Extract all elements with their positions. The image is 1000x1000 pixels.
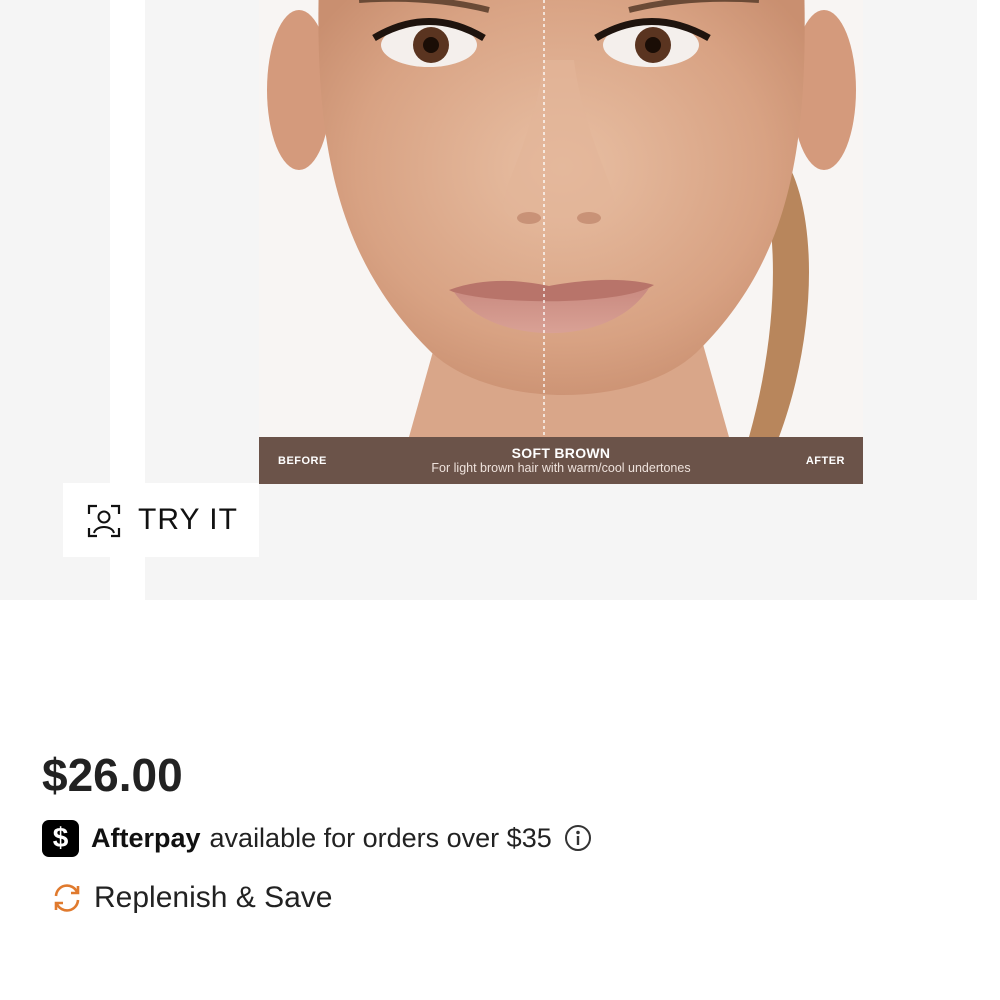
shade-name: SOFT BROWN <box>511 445 611 461</box>
replenish-label: Replenish & Save <box>94 881 333 914</box>
try-it-label: TRY IT <box>138 503 238 536</box>
afterpay-logo-icon: $ <box>42 819 79 857</box>
replenish-icon <box>54 884 80 912</box>
afterpay-message: $ Afterpay available for orders over $35 <box>42 818 592 858</box>
before-after-caption-bar: BEFORE SOFT BROWN For light brown hair w… <box>259 437 863 484</box>
product-before-after-image[interactable] <box>259 0 863 437</box>
product-gallery: BEFORE SOFT BROWN For light brown hair w… <box>0 0 1000 600</box>
try-it-button[interactable]: TRY IT <box>63 483 259 557</box>
shade-description: For light brown hair with warm/cool unde… <box>431 461 691 475</box>
model-face-illustration <box>259 0 863 437</box>
product-price: $26.00 <box>42 749 183 801</box>
info-icon[interactable] <box>564 824 592 852</box>
afterpay-brand: Afterpay <box>91 822 201 853</box>
after-label: AFTER <box>805 455 845 467</box>
replenish-save-option[interactable]: Replenish & Save <box>50 878 332 918</box>
shade-caption: SOFT BROWN For light brown hair with war… <box>259 445 863 475</box>
afterpay-text: available for orders over $35 <box>209 822 552 853</box>
face-scan-icon <box>87 504 121 538</box>
